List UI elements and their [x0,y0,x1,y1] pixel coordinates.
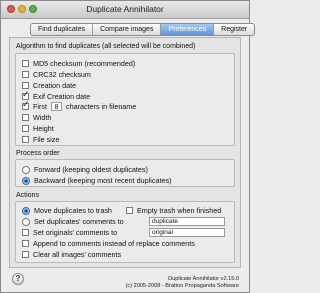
backward-label: Backward (keeping most recent duplicates… [34,176,172,185]
append-comments-option[interactable]: Append to comments instead of replace co… [22,239,195,248]
empty-trash-checkbox[interactable] [126,207,133,214]
characters-count-field[interactable]: 8 [50,102,62,111]
move-trash-label: Move duplicates to trash [34,206,112,215]
creation-date-label: Creation date [33,81,77,90]
empty-trash-option[interactable]: Empty trash when finished [126,206,221,215]
clear-comments-option[interactable]: Clear all images' comments [22,250,121,259]
md5-label: MD5 checksum (recommended) [33,59,136,68]
window-title: Duplicate Annihilator [86,4,164,14]
exif-checkbox[interactable] [22,90,30,100]
set-duplicates-comments-option[interactable]: Set duplicates' comments to [22,217,124,226]
actions-section-title: Actions [16,192,39,199]
app-window: Duplicate Annihilator Find duplicates Co… [0,0,256,293]
set-duplicates-comments-label: Set duplicates' comments to [34,217,124,226]
algorithm-group: MD5 checksum (recommended) CRC32 checksu… [15,53,235,146]
characters-label: characters in filename [65,102,137,111]
preferences-panel: Algorithm to find duplicates (all select… [9,37,241,268]
md5-checkbox[interactable] [22,60,29,67]
copyright-text: (c) 2005-2008 - Brattoo Propaganda Softw… [125,283,240,289]
exif-option[interactable]: Exif Creation date [22,90,91,101]
clear-comments-checkbox[interactable] [22,251,29,258]
md5-option[interactable]: MD5 checksum (recommended) [22,59,135,68]
set-duplicates-comments-radio[interactable] [22,217,30,226]
tab-preferences[interactable]: Preferences [161,24,215,35]
file-size-option[interactable]: File size [22,135,59,144]
backward-radio[interactable] [22,176,30,185]
version-text: Duplicate Annihilator v2.15.0 [168,276,239,282]
process-order-section-title: Process order [16,150,60,157]
creation-date-option[interactable]: Creation date [22,81,76,90]
clear-comments-label: Clear all images' comments [33,250,122,259]
backward-option[interactable]: Backward (keeping most recent duplicates… [22,176,171,185]
empty-trash-label: Empty trash when finished [137,206,222,215]
file-size-checkbox[interactable] [22,136,29,143]
append-comments-checkbox[interactable] [22,240,29,247]
move-trash-radio[interactable] [22,206,30,215]
tab-bar: Find duplicates Compare images Preferenc… [30,23,256,36]
originals-comment-field[interactable]: original [149,228,225,237]
height-option[interactable]: Height [22,124,54,133]
first-label: First [33,102,47,111]
forward-radio[interactable] [22,165,30,174]
creation-date-checkbox[interactable] [22,82,29,89]
height-checkbox[interactable] [22,125,29,132]
forward-label: Forward (keeping oldest duplicates) [34,165,148,174]
append-comments-label: Append to comments instead of replace co… [33,239,195,248]
actions-group: Move duplicates to trash Empty trash whe… [15,201,235,263]
height-label: Height [33,124,54,133]
process-order-group: Forward (keeping oldest duplicates) Back… [15,159,235,187]
width-option[interactable]: Width [22,113,51,122]
algorithm-section-title: Algorithm to find duplicates (all select… [16,43,196,50]
width-label: Width [33,113,52,122]
tab-find-duplicates[interactable]: Find duplicates [31,24,94,35]
tab-compare-images[interactable]: Compare images [93,24,162,35]
first-characters-option[interactable]: First 8 characters in filename [22,100,137,111]
forward-option[interactable]: Forward (keeping oldest duplicates) [22,165,148,174]
move-trash-option[interactable]: Move duplicates to trash [22,206,112,215]
duplicates-comment-field[interactable]: duplicate [149,217,225,226]
title-bar: Duplicate Annihilator [1,1,249,19]
set-originals-comments-checkbox[interactable] [22,229,29,236]
exif-label: Exif Creation date [33,92,91,101]
set-originals-comments-option[interactable]: Set originals' comments to [22,228,117,237]
help-button[interactable]: ? [12,273,24,285]
set-originals-comments-label: Set originals' comments to [33,228,118,237]
file-size-label: File size [33,135,60,144]
width-checkbox[interactable] [22,114,29,121]
tab-register[interactable]: Register [214,24,254,35]
crc32-checkbox[interactable] [22,71,29,78]
crc32-label: CRC32 checksum [33,70,91,79]
crc32-option[interactable]: CRC32 checksum [22,70,91,79]
first-characters-checkbox[interactable] [22,100,30,110]
